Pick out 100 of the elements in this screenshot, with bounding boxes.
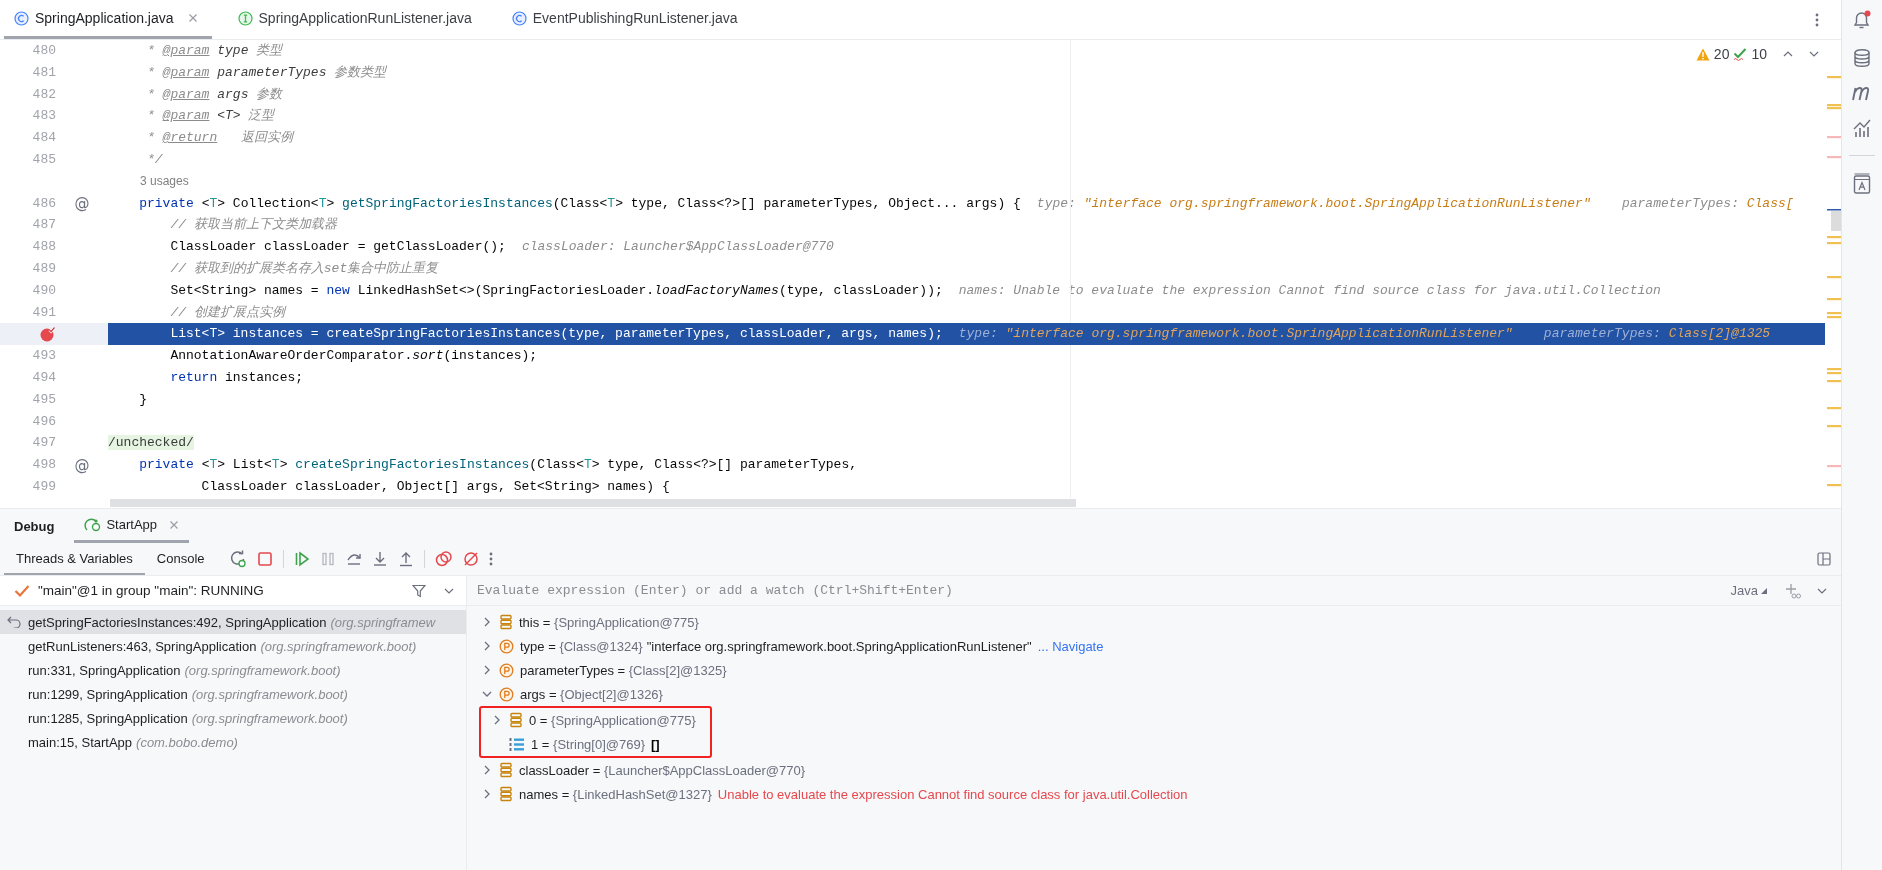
inline-value-hint: type: "interface org.springframework.boot.SpringApplicationRunListener" parameterTypes: Class[2]@1325 — [958, 325, 1771, 344]
layout-icon[interactable] — [1817, 552, 1831, 566]
chevron-down-icon[interactable] — [482, 689, 492, 699]
breakpoints-icon[interactable] — [434, 551, 453, 567]
line-number: 490 — [32, 281, 56, 300]
stack-frame[interactable]: getSpringFactoriesInstances:492, SpringApplication (org.springframew — [0, 610, 466, 634]
code-line: * @param args 参数 — [146, 85, 283, 104]
chevron-right-icon[interactable] — [492, 715, 502, 725]
class-icon — [511, 10, 527, 26]
rerun-icon[interactable] — [228, 550, 247, 568]
gutter-marker[interactable]: @ — [74, 194, 90, 213]
chevron-down-icon[interactable] — [444, 586, 454, 595]
error-message: Unable to evaluate the expression Cannot find source class for java.util.Collection — [717, 786, 1188, 802]
chevron-right-icon[interactable] — [482, 617, 492, 627]
line-number: 499 — [32, 477, 56, 496]
variable-entry[interactable]: parameterTypes = {Class[2]@1325} — [520, 662, 727, 678]
variable-entry[interactable]: classLoader = {Launcher$AppClassLoader@770} — [519, 762, 806, 778]
class-icon — [14, 10, 29, 26]
stack-frame[interactable]: run:331, SpringApplication (org.springframework.boot) — [0, 658, 466, 682]
stack-frame[interactable]: main:15, StartApp (com.bobo.demo) — [0, 730, 466, 754]
variable-entry[interactable]: type = {Class@1324} — [520, 638, 643, 654]
usages-hint[interactable]: 3 usages — [140, 170, 189, 193]
line-number: 483 — [32, 107, 56, 126]
gutter-marker[interactable]: @ — [74, 456, 90, 475]
code-line: private <T> List<T> createSpringFactoriesInstances(Class<T> type, Class<?>[] parameterTypes, — [138, 456, 857, 475]
code-line: ClassLoader classLoader = getClassLoader(); — [169, 238, 506, 257]
field-icon — [499, 786, 513, 802]
stack-frame[interactable]: run:1299, SpringApplication (org.springframework.boot) — [0, 682, 466, 706]
list-icon — [509, 736, 525, 752]
filter-icon[interactable] — [412, 583, 426, 598]
code-line: * @param <T> 泛型 — [146, 107, 275, 126]
field-icon — [509, 712, 523, 728]
language-dropdown[interactable]: Java — [1730, 583, 1767, 598]
stack-frame[interactable]: getRunListeners:463, SpringApplication (org.springframework.boot) — [0, 634, 466, 658]
code-line: } — [138, 390, 147, 409]
check-icon — [14, 583, 30, 598]
chevron-right-icon[interactable] — [482, 641, 492, 651]
check-icon[interactable] — [1733, 47, 1748, 61]
line-number: 481 — [32, 63, 56, 82]
code-line: // 获取到的扩展类名存入set集合中防止重复 — [169, 259, 439, 278]
variable-entry[interactable]: names = {LinkedHashSet@1327} — [519, 786, 712, 802]
line-number: 482 — [32, 85, 56, 104]
editor-tab[interactable]: EventPublishingRunListener.java — [501, 0, 752, 39]
line-number: 494 — [32, 368, 56, 387]
resume-icon[interactable] — [293, 551, 310, 567]
value-text: [] — [651, 736, 660, 752]
panel-title: Debug — [14, 518, 55, 534]
line-number: 486 — [32, 194, 56, 213]
code-line: */ — [146, 151, 163, 169]
step-into-icon[interactable] — [371, 551, 388, 567]
editor-tab[interactable]: SpringApplication.java — [4, 0, 212, 39]
code-line: private <T> Collection<T> getSpringFactoriesInstances(Class<T> type, Class<?>[] parameterTypes, Object... args) { — [138, 194, 1021, 213]
chevron-right-icon[interactable] — [482, 765, 492, 775]
line-number: 493 — [32, 347, 56, 366]
chevron-right-icon[interactable] — [482, 665, 492, 675]
step-over-icon[interactable] — [345, 551, 362, 567]
close-icon[interactable] — [187, 13, 198, 23]
field-icon — [499, 614, 513, 630]
inline-value-hint: type: "interface org.springframework.boot.SpringApplicationRunListener" parameterTypes: Class[ — [1036, 194, 1794, 213]
book-icon[interactable] — [1853, 173, 1871, 195]
variable-entry[interactable]: this = {SpringApplication@775} — [519, 614, 699, 630]
chevron-down-icon[interactable] — [1817, 586, 1827, 595]
inline-value-hint: classLoader: Launcher$AppClassLoader@770 — [521, 238, 834, 257]
view-tab[interactable]: Console — [144, 543, 217, 575]
weak-warning-count: 10 — [1751, 46, 1767, 62]
profiler-icon[interactable] — [1852, 118, 1872, 138]
mute-breakpoints-icon[interactable] — [462, 551, 479, 567]
more-icon[interactable] — [488, 552, 493, 566]
navigate-link[interactable]: ... Navigate — [1037, 638, 1104, 654]
variable-entry[interactable]: 1 = {String[0]@769} — [531, 736, 646, 752]
code-line: ClassLoader classLoader, Object[] args, Set<String> names) { — [200, 477, 670, 496]
return-arrow-icon — [7, 616, 21, 628]
notifications-icon[interactable] — [1851, 9, 1873, 31]
stop-icon[interactable] — [256, 551, 273, 567]
code-line: // 创建扩展点实例 — [169, 303, 285, 322]
run-config-icon — [84, 516, 103, 533]
parameter-icon — [499, 638, 514, 654]
breakpoint-icon[interactable] — [39, 325, 56, 343]
horizontal-scrollbar[interactable] — [110, 498, 1076, 507]
more-icon[interactable] — [1815, 12, 1819, 27]
code-line: * @param type 类型 — [146, 42, 283, 60]
chevron-down-icon[interactable] — [1809, 50, 1819, 58]
chevron-right-icon[interactable] — [482, 789, 492, 799]
variable-entry[interactable]: args = {Object[2]@1326} — [520, 686, 663, 702]
interface-icon — [237, 10, 253, 26]
stack-frame[interactable]: run:1285, SpringApplication (org.springframework.boot) — [0, 706, 466, 730]
line-number: 489 — [32, 259, 56, 278]
code-line: AnnotationAwareOrderComparator.sort(instances); — [169, 347, 538, 366]
line-number: 491 — [32, 303, 56, 322]
run-tab[interactable]: StartApp — [74, 509, 190, 543]
caret-icon[interactable] — [1761, 587, 1767, 594]
editor-tab[interactable]: SpringApplicationRunListener.java — [227, 0, 486, 39]
evaluate-field[interactable]: Evaluate expression (Enter) or add a watch (Ctrl+Shift+Enter) — [467, 576, 1731, 605]
code-line: Set<String> names = new LinkedHashSet<>(SpringFactoriesLoader.loadFactoryNames(type, classLoader)); — [169, 281, 943, 300]
variable-entry[interactable]: 0 = {SpringApplication@775} — [529, 712, 696, 728]
close-icon[interactable] — [169, 519, 180, 530]
chevron-up-icon[interactable] — [1783, 50, 1793, 58]
line-number: 497 — [32, 434, 56, 453]
database-icon[interactable] — [1852, 48, 1872, 68]
step-out-icon[interactable] — [397, 551, 414, 567]
